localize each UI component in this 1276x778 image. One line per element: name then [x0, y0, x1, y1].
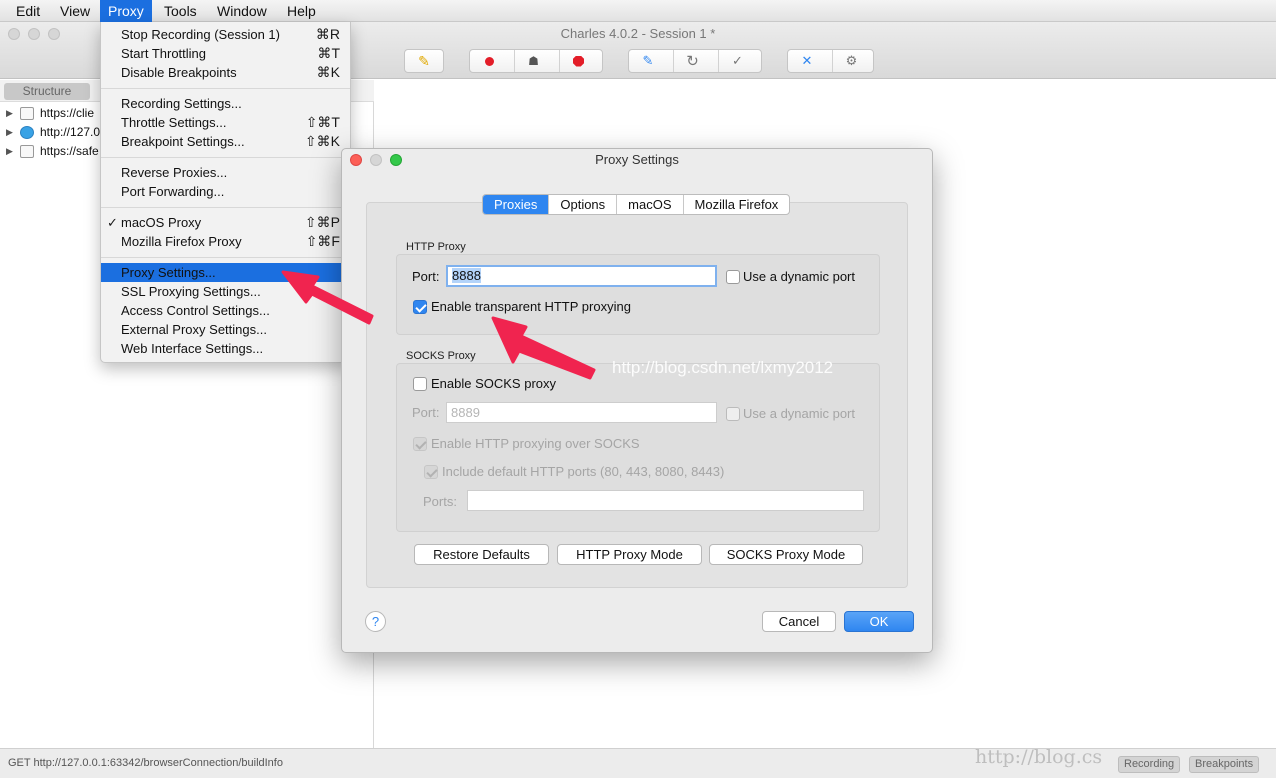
cancel-button[interactable]: Cancel [762, 611, 836, 632]
tab-options[interactable]: Options [548, 195, 616, 214]
tab-proxies[interactable]: Proxies [483, 195, 549, 214]
status-text: GET http://127.0.0.1:63342/browserConnec… [8, 757, 283, 769]
shortcut: ⌘T [317, 45, 340, 61]
dialog-title: Proxy Settings [595, 152, 679, 167]
enable-socks-label: Enable SOCKS proxy [431, 376, 557, 391]
tools-icon[interactable]: ✕ [788, 50, 826, 72]
validate-check-icon[interactable]: ✓ [718, 50, 756, 72]
menu-item-throttle-settings[interactable]: Throttle Settings... ⇧⌘T [101, 113, 350, 132]
tree-label: https://safe [40, 144, 99, 158]
http-port-field[interactable]: 8888 [446, 265, 717, 287]
menu-item-macos-proxy[interactable]: ✓ macOS Proxy ⇧⌘P [101, 213, 350, 232]
toolbar-group-tools: ✕ ⚙ [787, 49, 874, 73]
tree-label: https://clie [40, 106, 95, 120]
menu-item-stop-recording[interactable]: Stop Recording (Session 1) ⌘R [101, 25, 350, 44]
watermark-text: http://blog.csdn.net/lxmy2012 [612, 358, 834, 377]
ok-button[interactable]: OK [844, 611, 914, 632]
breakpoint-stop-icon[interactable] [559, 50, 597, 72]
tree-label: http://127.0 [40, 125, 101, 139]
checkmark-icon: ✓ [107, 215, 118, 230]
repeat-icon[interactable]: ↻ [673, 50, 711, 72]
breakpoints-status-button[interactable]: Breakpoints [1189, 756, 1260, 773]
proxy-menu: Stop Recording (Session 1) ⌘R Start Thro… [100, 22, 351, 363]
broom-icon[interactable]: ✎ [405, 50, 443, 72]
socks-dynamic-port-checkbox[interactable] [726, 407, 740, 421]
default-ports-label: Include default HTTP ports (80, 443, 808… [442, 464, 725, 479]
shortcut: ⇧⌘K [304, 133, 340, 149]
default-ports-checkbox[interactable] [424, 465, 438, 479]
socks-port-label: Port: [412, 405, 440, 420]
menu-proxy[interactable]: Proxy [100, 0, 152, 22]
shortcut: ⇧⌘P [304, 214, 340, 230]
socks-proxy-title: SOCKS Proxy [406, 350, 476, 362]
http-dynamic-port-label: Use a dynamic port [743, 269, 855, 284]
menu-bar: Edit View Proxy Tools Window Help [0, 0, 1276, 22]
menu-help[interactable]: Help [279, 0, 324, 22]
tab-mozilla-firefox[interactable]: Mozilla Firefox [682, 195, 790, 214]
transparent-proxying-checkbox[interactable] [413, 300, 427, 314]
menu-item-port-forwarding[interactable]: Port Forwarding... [101, 182, 350, 201]
http-dynamic-port-checkbox[interactable] [726, 270, 740, 284]
disclosure-triangle-icon[interactable]: ▶ [6, 123, 13, 142]
disclosure-triangle-icon[interactable]: ▶ [6, 142, 13, 161]
shortcut: ⌘R [315, 26, 340, 42]
restore-defaults-button[interactable]: Restore Defaults [414, 544, 549, 565]
socks-port-field[interactable]: 8889 [446, 402, 717, 423]
http-proxy-mode-button[interactable]: HTTP Proxy Mode [557, 544, 702, 565]
throttle-turtle-icon[interactable]: ☗ [514, 50, 552, 72]
globe-icon [20, 126, 34, 139]
record-icon[interactable] [470, 50, 508, 72]
menu-item-proxy-settings[interactable]: Proxy Settings... [101, 263, 350, 282]
transparent-proxying-label: Enable transparent HTTP proxying [431, 299, 631, 314]
menu-item-ssl-proxying[interactable]: SSL Proxying Settings... [101, 282, 350, 301]
structure-tab[interactable]: Structure [4, 83, 90, 100]
toolbar-group-clear: ✎ [404, 49, 444, 73]
enable-socks-checkbox[interactable] [413, 377, 427, 391]
socks-proxy-mode-button[interactable]: SOCKS Proxy Mode [709, 544, 863, 565]
shortcut: ⌘K [316, 64, 340, 80]
menu-item-web-interface[interactable]: Web Interface Settings... [101, 339, 350, 358]
host-lock-icon [20, 107, 34, 120]
http-proxy-title: HTTP Proxy [406, 241, 466, 253]
ports-field[interactable] [467, 490, 864, 511]
socks-dynamic-port-label: Use a dynamic port [743, 406, 855, 421]
menu-separator [101, 257, 350, 258]
menu-window[interactable]: Window [209, 0, 275, 22]
menu-item-start-throttling[interactable]: Start Throttling ⌘T [101, 44, 350, 63]
help-icon[interactable]: ? [365, 611, 386, 632]
http-over-socks-label: Enable HTTP proxying over SOCKS [431, 436, 640, 451]
menu-item-recording-settings[interactable]: Recording Settings... [101, 94, 350, 113]
menu-view[interactable]: View [52, 0, 98, 22]
menu-tools[interactable]: Tools [156, 0, 205, 22]
tab-macos[interactable]: macOS [616, 195, 682, 214]
toolbar-group-record: ☗ [469, 49, 603, 73]
menu-item-breakpoint-settings[interactable]: Breakpoint Settings... ⇧⌘K [101, 132, 350, 151]
settings-tabs: Proxies Options macOS Mozilla Firefox [482, 194, 791, 215]
menu-item-reverse-proxies[interactable]: Reverse Proxies... [101, 163, 350, 182]
settings-gear-icon[interactable]: ⚙ [832, 50, 870, 72]
corner-watermark-text: http://blog.cs [975, 746, 1103, 768]
menu-edit[interactable]: Edit [8, 0, 48, 22]
compose-pen-icon[interactable]: ✎ [629, 50, 667, 72]
proxy-settings-dialog: Proxy Settings Proxies Options macOS Moz… [341, 148, 933, 653]
http-over-socks-checkbox[interactable] [413, 437, 427, 451]
shortcut: ⇧⌘F [305, 233, 340, 249]
shortcut: ⇧⌘T [305, 114, 340, 130]
recording-status-button[interactable]: Recording [1118, 756, 1181, 773]
menu-separator [101, 88, 350, 89]
menu-separator [101, 207, 350, 208]
menu-item-disable-breakpoints[interactable]: Disable Breakpoints ⌘K [101, 63, 350, 82]
menu-item-external-proxy[interactable]: External Proxy Settings... [101, 320, 350, 339]
disclosure-triangle-icon[interactable]: ▶ [6, 104, 13, 123]
http-port-label: Port: [412, 269, 440, 284]
toolbar-group-edit: ✎ ↻ ✓ [628, 49, 762, 73]
menu-item-firefox-proxy[interactable]: Mozilla Firefox Proxy ⇧⌘F [101, 232, 350, 251]
host-lock-icon [20, 145, 34, 158]
menu-item-access-control[interactable]: Access Control Settings... [101, 301, 350, 320]
menu-separator [101, 157, 350, 158]
ports-label: Ports: [423, 494, 457, 509]
